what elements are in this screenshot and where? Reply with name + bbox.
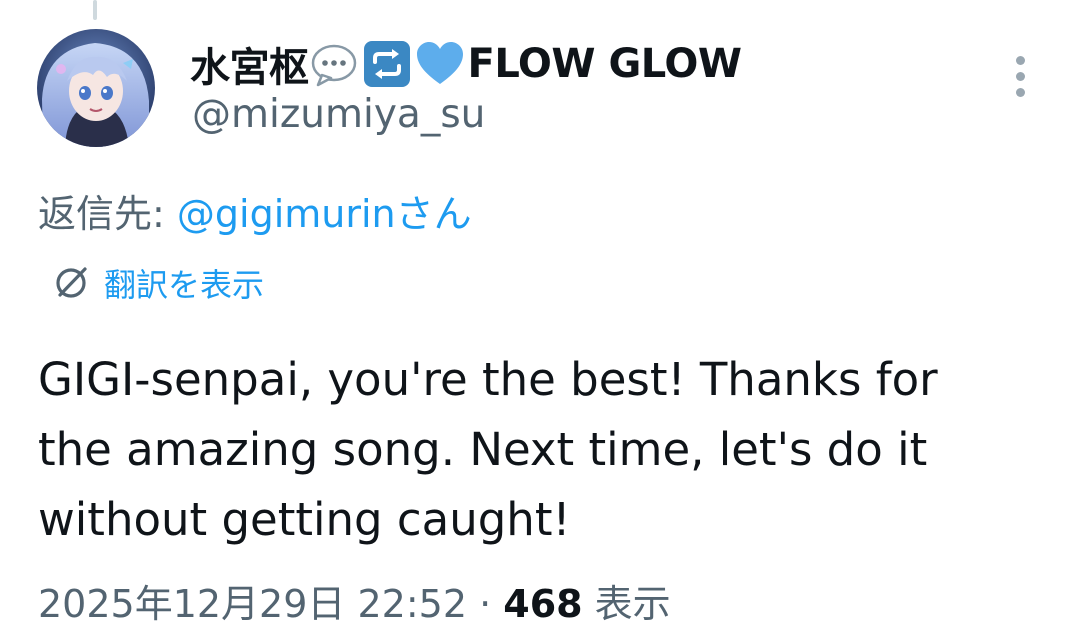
show-translation-button[interactable]: 翻訳を表示 [50, 260, 264, 306]
author-name-suffix[interactable]: FLOW GLOW [468, 41, 742, 87]
tweet-text-line: the amazing song. Next time, let's do it [38, 423, 928, 476]
meta-separator: · [467, 582, 504, 626]
author-handle[interactable]: @mizumiya_su [192, 92, 485, 137]
speech-bubble-emoji [309, 39, 359, 89]
tweet-text-line: GIGI-senpai, you're the best! Thanks for [38, 353, 938, 406]
repeat-emoji [362, 39, 412, 89]
reply-mention-link[interactable]: @gigimurin [177, 192, 396, 236]
show-translation-label[interactable]: 翻訳を表示 [104, 260, 264, 306]
blue-heart-emoji [415, 39, 465, 89]
replying-to: 返信先: @gigimurinさん [38, 183, 472, 238]
tweet-text-line: without getting caught! [38, 493, 571, 546]
tweet-text: GIGI-senpai, you're the best! Thanks for… [38, 345, 1048, 555]
globe-translate-icon [50, 262, 92, 304]
more-options-button[interactable] [1004, 54, 1036, 100]
author-display-name[interactable]: 水宮枢 [190, 35, 309, 93]
more-dot-icon [1016, 56, 1025, 65]
more-dot-icon [1016, 72, 1025, 81]
thread-connector-line [93, 0, 97, 20]
avatar[interactable] [37, 29, 155, 147]
more-dot-icon [1016, 88, 1025, 97]
tweet-timestamp[interactable]: 2025年12月29日 22:52 [38, 582, 467, 626]
views-count: 468 [503, 582, 583, 626]
tweet-meta: 2025年12月29日 22:52 · 468 表示 [38, 573, 671, 628]
author-name-row[interactable]: 水宮枢 FLOW GLOW [190, 35, 742, 93]
replying-to-prefix: 返信先: [38, 192, 177, 236]
views-label: 表示 [582, 582, 671, 626]
reply-mention-suffix[interactable]: さん [396, 192, 472, 236]
